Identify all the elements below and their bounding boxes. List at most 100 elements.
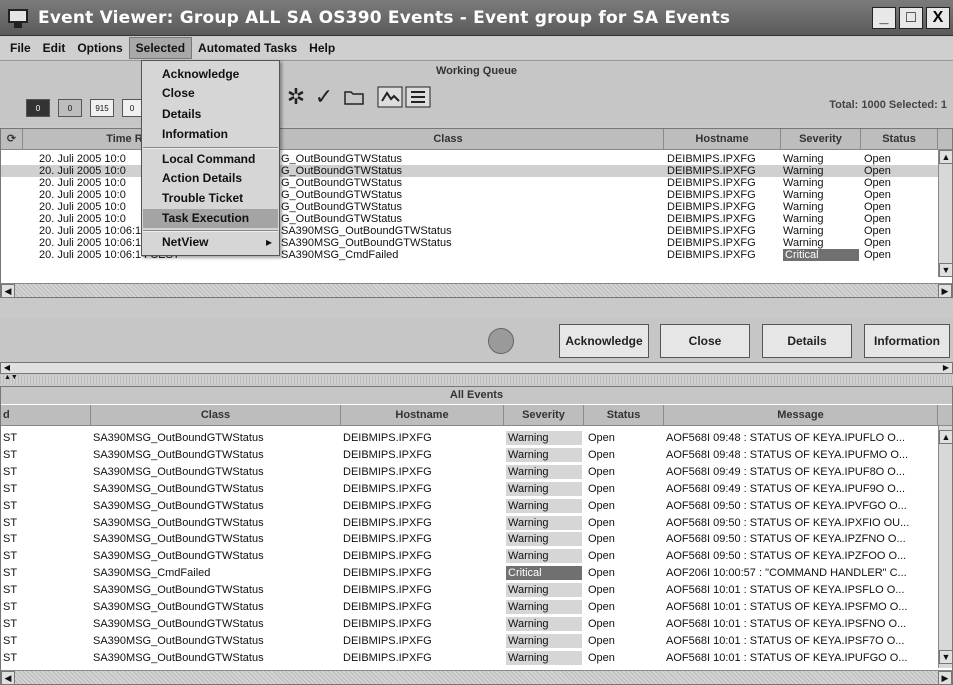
col-d[interactable]: d <box>1 405 91 426</box>
menu-item-task-execution[interactable]: Task Execution <box>143 209 278 228</box>
table-row[interactable]: ST SA390MSG_OutBoundGTWStatus DEIBMIPS.IPX… <box>1 464 938 480</box>
close-window-button[interactable]: X <box>926 6 950 29</box>
cell-severity: Warning <box>506 549 582 564</box>
middle-scrollbar[interactable]: ◀ ▶ <box>0 362 953 374</box>
all-events-header: d Class Hostname Severity Status Message <box>1 405 952 426</box>
table-row[interactable]: ST SA390MSG_OutBoundGTWStatus DEIBMIPS.IPX… <box>1 616 938 632</box>
cell-severity: Warning <box>506 616 582 631</box>
counter-harmless[interactable]: 0 <box>122 99 142 117</box>
menu-edit[interactable]: Edit <box>37 38 72 58</box>
table-row[interactable]: ST SA390MSG_CmdFailed DEIBMIPS.IPXFG Critic… <box>1 565 938 581</box>
panel-splitter[interactable]: ▲▼ <box>0 374 953 384</box>
scroll-right-arrow[interactable]: ▶ <box>940 363 952 373</box>
counter-warning[interactable]: 915 <box>90 99 114 117</box>
cell-hostname: DEIBMIPS.IPXFG <box>667 201 756 213</box>
cell-status: Open <box>588 584 615 597</box>
menu-item-information[interactable]: Information <box>143 125 278 144</box>
cell-hostname: DEIBMIPS.IPXFG <box>343 601 432 613</box>
col-severity[interactable]: Severity <box>781 129 861 150</box>
table-row[interactable]: ST SA390MSG_OutBoundGTWStatus DEIBMIPS.IPX… <box>1 599 938 615</box>
menu-item-netview[interactable]: NetView ▸ <box>143 233 278 252</box>
cell-status: Open <box>864 201 891 213</box>
col-class[interactable]: Class <box>233 129 664 150</box>
col-status[interactable]: Status <box>584 405 664 426</box>
menu-item-trouble-ticket[interactable]: Trouble Ticket <box>143 189 278 208</box>
status-lamp-icon <box>488 328 514 354</box>
acknowledge-button[interactable]: Acknowledge <box>559 324 649 358</box>
scroll-right-arrow[interactable]: ▶ <box>938 284 952 298</box>
table-row[interactable]: ST SA390MSG_OutBoundGTWStatus DEIBMIPS.IPX… <box>1 650 938 666</box>
maximize-button[interactable]: □ <box>899 6 923 29</box>
cell-severity: Warning <box>506 431 582 445</box>
menu-options[interactable]: Options <box>71 38 128 58</box>
scroll-right-arrow[interactable]: ▶ <box>938 671 952 685</box>
checkmark-icon[interactable]: ✓ <box>310 83 338 111</box>
col-hostname[interactable]: Hostname <box>664 129 781 150</box>
wq-horizontal-scrollbar[interactable]: ◀ ▶ <box>1 283 952 298</box>
ae-vertical-scrollbar[interactable]: ▲ ▼ <box>938 426 953 668</box>
scroll-left-arrow[interactable]: ◀ <box>1 671 15 685</box>
menu-automated-tasks[interactable]: Automated Tasks <box>192 38 303 58</box>
table-row[interactable]: ST SA390MSG_OutBoundGTWStatus DEIBMIPS.IPX… <box>1 481 938 497</box>
col-status[interactable]: Status <box>861 129 938 150</box>
cell-date: ST <box>3 651 18 664</box>
menu-item-action-details[interactable]: Action Details <box>143 169 278 188</box>
menu-item-close[interactable]: Close <box>143 84 278 103</box>
cell-severity: Warning <box>506 481 582 496</box>
table-row[interactable]: ST SA390MSG_OutBoundGTWStatus DEIBMIPS.IPX… <box>1 515 938 531</box>
close-button[interactable]: Close <box>660 324 750 358</box>
table-row[interactable]: ST SA390MSG_OutBoundGTWStatus DEIBMIPS.IPX… <box>1 498 938 514</box>
information-button[interactable]: Information <box>864 324 950 358</box>
cell-message: AOF568I 10:01 : STATUS OF KEYA.IPSFLO O.… <box>666 584 905 597</box>
col-message[interactable]: Message <box>664 405 938 426</box>
table-row[interactable]: ST SA390MSG_OutBoundGTWStatus DEIBMIPS.IPX… <box>1 447 938 463</box>
menu-help[interactable]: Help <box>303 38 341 58</box>
cell-class: G_OutBoundGTWStatus <box>281 165 403 177</box>
scroll-down-arrow[interactable]: ▼ <box>939 263 953 277</box>
table-row[interactable]: ST SA390MSG_OutBoundGTWStatus DEIBMIPS.IPX… <box>1 582 938 598</box>
counter-critical[interactable]: 0 <box>26 99 50 117</box>
scroll-up-arrow[interactable]: ▲ <box>939 150 953 164</box>
table-row[interactable]: ST SA390MSG_OutBoundGTWStatus DEIBMIPS.IPX… <box>1 633 938 649</box>
menu-file[interactable]: File <box>4 38 37 58</box>
acknowledge-event-icon[interactable] <box>376 83 404 111</box>
folder-icon[interactable] <box>340 83 368 111</box>
scroll-left-arrow[interactable]: ◀ <box>1 363 13 373</box>
table-row[interactable]: ST SA390MSG_OutBoundGTWStatus DEIBMIPS.IPX… <box>1 548 938 564</box>
menu-item-details[interactable]: Details <box>143 105 278 124</box>
cell-class: SA390MSG_OutBoundGTWStatus <box>93 601 264 613</box>
table-row[interactable]: ST SA390MSG_OutBoundGTWStatus DEIBMIPS.IPX… <box>1 531 938 547</box>
cell-hostname: DEIBMIPS.IPXFG <box>343 533 432 546</box>
menu-item-netview-label: NetView <box>162 235 209 249</box>
scroll-left-arrow[interactable]: ◀ <box>1 284 15 298</box>
cell-severity: Warning <box>783 213 824 225</box>
cell-hostname: DEIBMIPS.IPXFG <box>343 651 432 664</box>
splitter-arrows-icon[interactable]: ▲▼ <box>4 374 18 381</box>
menu-item-acknowledge[interactable]: Acknowledge <box>143 65 278 84</box>
cell-status: Open <box>588 448 615 461</box>
cell-hostname: DEIBMIPS.IPXFG <box>667 225 756 237</box>
details-button[interactable]: Details <box>762 324 852 358</box>
col-hostname[interactable]: Hostname <box>341 405 504 426</box>
scroll-up-arrow[interactable]: ▲ <box>939 430 953 444</box>
refresh-icon[interactable]: ⟳ <box>1 129 23 150</box>
menu-item-local-command[interactable]: Local Command <box>143 150 278 169</box>
scroll-down-arrow[interactable]: ▼ <box>939 650 953 664</box>
menu-selected[interactable]: Selected <box>128 37 193 59</box>
col-severity[interactable]: Severity <box>504 405 584 426</box>
table-row[interactable]: ST SA390MSG_OutBoundGTWStatus DEIBMIPS.IPX… <box>1 430 938 446</box>
cell-class: SA390MSG_OutBoundGTWStatus <box>93 550 264 563</box>
cell-class: SA390MSG_OutBoundGTWStatus <box>93 651 264 664</box>
cell-status: Open <box>588 617 615 630</box>
minimize-button[interactable]: _ <box>872 6 896 29</box>
gear-icon[interactable]: ✲ <box>282 83 310 111</box>
cell-class: SA390MSG_OutBoundGTWStatus <box>93 432 264 444</box>
ae-horizontal-scrollbar[interactable]: ◀ ▶ <box>1 670 952 685</box>
cell-class: SA390MSG_OutBoundGTWStatus <box>93 482 264 495</box>
wq-vertical-scrollbar[interactable]: ▲ ▼ <box>938 150 953 277</box>
cell-message: AOF568I 09:50 : STATUS OF KEYA.IPZFOO O.… <box>666 550 907 563</box>
counter-minor[interactable]: 0 <box>58 99 82 117</box>
col-class[interactable]: Class <box>91 405 341 426</box>
close-event-icon[interactable] <box>404 83 432 111</box>
cell-status: Open <box>588 516 615 529</box>
